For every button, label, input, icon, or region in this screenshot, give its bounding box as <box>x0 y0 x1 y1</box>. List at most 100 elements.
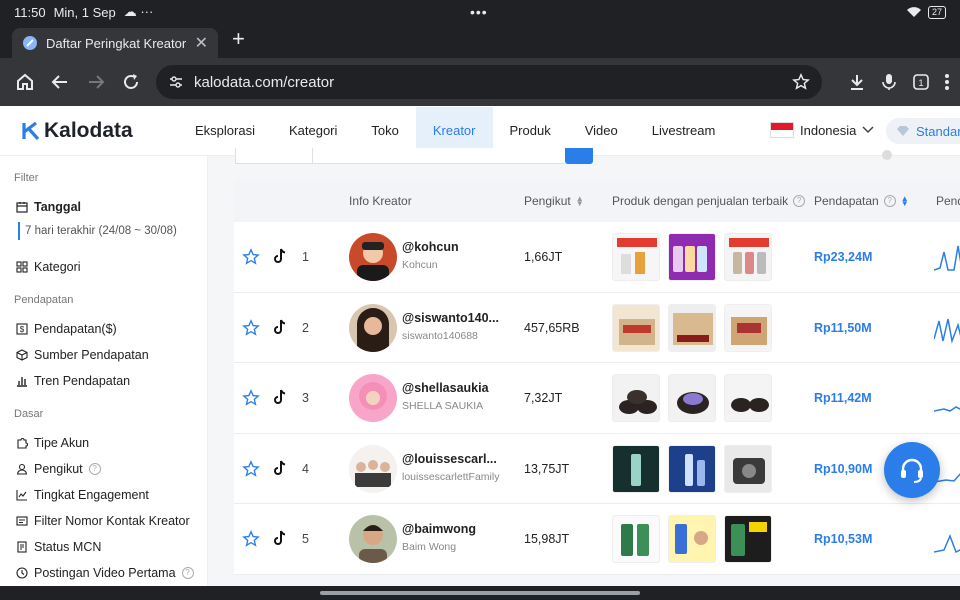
creator-handle[interactable]: @louissescarl... <box>402 452 502 466</box>
revenue-sparkline <box>934 245 960 271</box>
search-input[interactable] <box>313 148 565 164</box>
bookmark-star-icon[interactable] <box>792 73 810 91</box>
close-tab-icon[interactable]: ✕ <box>195 33 208 53</box>
favorite-star-icon[interactable] <box>242 318 260 337</box>
microphone-icon[interactable] <box>880 73 898 91</box>
browser-tab[interactable]: Daftar Peringkat Kreator Tik ✕ <box>12 28 218 58</box>
product-thumbnail[interactable] <box>612 515 660 563</box>
product-thumbnail[interactable] <box>668 374 716 422</box>
tab-switcher-icon[interactable]: 1 <box>912 73 930 91</box>
favorite-star-icon[interactable] <box>242 389 260 407</box>
product-thumbnail[interactable] <box>612 374 660 422</box>
creator-handle[interactable]: @siswanto140... <box>402 311 502 325</box>
tiktok-icon[interactable] <box>272 319 288 335</box>
product-thumbnail[interactable] <box>668 233 716 281</box>
tiktok-icon[interactable] <box>272 530 288 546</box>
avatar[interactable] <box>349 303 397 352</box>
favorite-star-icon[interactable] <box>242 530 260 548</box>
help-icon[interactable]: ? <box>883 195 896 207</box>
status-date: Min, 1 Sep <box>53 4 116 20</box>
settings-icon[interactable] <box>882 150 892 160</box>
browser-toolbar: kalodata.com/creator 1 <box>0 58 960 106</box>
filter-sumber-pendapatan[interactable]: Sumber Pendapatan <box>0 342 207 368</box>
nav-livestream[interactable]: Livestream <box>635 107 733 155</box>
tiktok-icon[interactable] <box>272 460 288 476</box>
help-icon[interactable]: ? <box>181 567 194 579</box>
filter-pengikut[interactable]: Pengikut ? <box>0 456 207 482</box>
new-tab-button[interactable]: + <box>232 26 245 52</box>
address-bar[interactable]: kalodata.com/creator <box>156 65 822 99</box>
kategori-label: Kategori <box>34 260 81 274</box>
product-thumbnail[interactable] <box>724 233 772 281</box>
customer-support-button[interactable] <box>884 442 940 498</box>
rank-number: 5 <box>302 532 309 546</box>
table-row[interactable]: 5 @baimwong Baim Wong 15,98JT Rp10,53M <box>234 504 960 575</box>
help-icon[interactable]: ? <box>88 463 101 475</box>
filter-pendapatan-usd[interactable]: $ Pendapatan($) <box>0 316 207 342</box>
product-thumbnail[interactable] <box>724 444 772 493</box>
filter-tipe-akun[interactable]: Tipe Akun <box>0 430 207 456</box>
rank-number: 2 <box>302 320 309 335</box>
product-thumbnail[interactable] <box>612 303 660 352</box>
dollar-icon: $ <box>16 323 28 335</box>
avatar[interactable] <box>349 515 397 563</box>
avatar[interactable] <box>349 233 397 281</box>
clock-icon <box>16 567 28 579</box>
product-thumbnail[interactable] <box>668 515 716 563</box>
filter-status-mcn[interactable]: Status MCN <box>0 534 207 560</box>
revenue-sparkline <box>934 318 960 344</box>
product-thumbnail[interactable] <box>668 303 716 352</box>
product-thumbnail[interactable] <box>724 374 772 422</box>
logo-icon <box>22 121 40 140</box>
creator-handle[interactable]: @baimwong <box>402 522 502 536</box>
header-pendapatan[interactable]: Pendapatan? ▲ ▼ <box>814 194 909 208</box>
filter-tanggal[interactable]: Tanggal <box>0 194 207 220</box>
product-thumbnail[interactable] <box>668 444 716 493</box>
language-selector[interactable]: Indonesia <box>770 122 874 138</box>
help-icon[interactable]: ? <box>793 195 806 207</box>
table-row[interactable]: 3 @shellasaukia SHELLA SAUKIA 7,32JT Rp1… <box>234 363 960 434</box>
calendar-icon <box>16 202 28 213</box>
rank-number: 1 <box>302 250 309 264</box>
product-thumbnail[interactable] <box>724 515 772 563</box>
reload-button[interactable] <box>117 65 147 99</box>
date-range-value[interactable]: 7 hari terakhir (24/08 ~ 30/08) <box>18 222 207 240</box>
filter-tren-pendapatan[interactable]: Tren Pendapatan <box>0 368 207 394</box>
home-button[interactable] <box>10 65 40 99</box>
kalodata-logo[interactable]: Kalodata <box>22 119 178 143</box>
tiktok-icon[interactable] <box>272 248 288 264</box>
table-row[interactable]: 4 @louissescarl... louissescarlettFamily… <box>234 433 960 504</box>
creator-handle[interactable]: @kohcun <box>402 240 502 254</box>
header-pengikut[interactable]: Pengikut ▲ ▼ <box>524 194 584 208</box>
tiktok-icon[interactable] <box>272 389 288 405</box>
avatar[interactable] <box>349 444 397 493</box>
more-menu-icon[interactable] <box>944 73 950 91</box>
filter-tingkat-engagement[interactable]: Tingkat Engagement <box>0 482 207 508</box>
download-icon[interactable] <box>848 73 866 91</box>
search-type-select[interactable] <box>235 148 313 164</box>
creator-handle[interactable]: @shellasaukia <box>402 381 502 395</box>
gesture-handle[interactable] <box>320 591 640 595</box>
filter-nomor-kontak[interactable]: Filter Nomor Kontak Kreator <box>0 508 207 534</box>
product-thumbnail[interactable] <box>612 233 660 281</box>
forward-button[interactable] <box>81 65 111 99</box>
product-thumbnail[interactable] <box>724 303 772 352</box>
filter-postingan-video-pertama[interactable]: Postingan Video Pertama ? <box>0 560 207 586</box>
sort-icon[interactable]: ▲ ▼ <box>576 195 584 208</box>
toolbar-actions: 1 <box>848 73 950 91</box>
favorite-star-icon[interactable] <box>242 459 260 478</box>
revenue-value: Rp23,24M <box>814 250 873 264</box>
search-button[interactable] <box>565 148 593 164</box>
table-row[interactable]: 1 @kohcun Kohcun 1,66JT Rp23,24M <box>234 222 960 293</box>
back-button[interactable] <box>46 65 76 99</box>
sort-icon[interactable]: ▲ ▼ <box>901 195 909 208</box>
dasar-heading: Dasar <box>14 408 44 420</box>
site-settings-icon[interactable] <box>168 74 184 90</box>
product-image <box>669 445 715 492</box>
favorite-star-icon[interactable] <box>242 248 260 266</box>
product-thumbnail[interactable] <box>612 444 660 493</box>
avatar[interactable] <box>349 374 397 422</box>
table-row[interactable]: 2 @siswanto140... siswanto140688 457,65R… <box>234 292 960 363</box>
plan-badge[interactable]: Standar <box>886 118 960 144</box>
filter-kategori[interactable]: Kategori <box>0 254 207 280</box>
